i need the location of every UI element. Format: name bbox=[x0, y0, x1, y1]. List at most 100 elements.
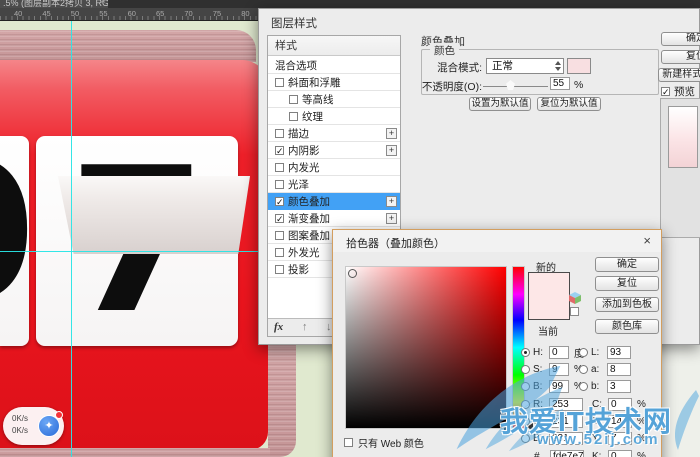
style-checkbox[interactable] bbox=[275, 248, 284, 257]
fx-menu-button[interactable]: fx bbox=[274, 321, 283, 333]
expand-button[interactable]: + bbox=[386, 145, 397, 156]
web-safe-cube-icon[interactable] bbox=[569, 292, 581, 304]
style-item[interactable]: 等高线 bbox=[268, 91, 400, 108]
blend-mode-label: 混合模式: bbox=[424, 60, 482, 75]
style-checkbox[interactable] bbox=[275, 78, 284, 87]
style-checkbox[interactable] bbox=[275, 129, 284, 138]
style-checkbox[interactable]: ✓ bbox=[275, 197, 284, 206]
color-field-input[interactable]: 231 bbox=[549, 415, 583, 428]
blend-mode-value: 正常 bbox=[492, 60, 513, 72]
add-to-swatches-button[interactable]: 添加到色板 bbox=[595, 297, 659, 312]
color-field-input[interactable]: 0 bbox=[549, 346, 569, 359]
style-checkbox[interactable] bbox=[289, 95, 298, 104]
cp-reset-button[interactable]: 复位 bbox=[595, 276, 659, 291]
style-item[interactable]: 描边+ bbox=[268, 125, 400, 142]
color-field-input[interactable]: 0 bbox=[608, 398, 632, 411]
reset-button[interactable]: 复位 bbox=[661, 50, 700, 64]
color-field-row: R:253 bbox=[521, 397, 583, 411]
style-item-label: 内发光 bbox=[288, 160, 320, 175]
color-picker-titlebar[interactable]: 拾色器（叠加颜色） × bbox=[333, 230, 661, 252]
expand-button[interactable]: + bbox=[386, 128, 397, 139]
blend-mode-select[interactable]: 正常 bbox=[486, 58, 564, 74]
color-field-input[interactable]: 3 bbox=[607, 380, 631, 393]
icon-right-wood-frame bbox=[268, 345, 296, 457]
current-color-swatch bbox=[529, 296, 569, 319]
color-field-input[interactable]: 7 bbox=[608, 432, 632, 445]
hue-slider-arrow-left[interactable] bbox=[504, 423, 510, 431]
opacity-slider-track[interactable] bbox=[483, 86, 548, 87]
color-field-radio[interactable] bbox=[579, 382, 588, 391]
color-field-input[interactable]: 99 bbox=[549, 380, 569, 393]
overlay-color-swatch[interactable] bbox=[567, 58, 591, 74]
color-field-row: B:99% bbox=[521, 379, 583, 393]
style-item[interactable]: 混合选项 bbox=[268, 57, 400, 74]
ok-button[interactable]: 确定 bbox=[661, 32, 700, 46]
color-field-radio[interactable] bbox=[521, 434, 530, 443]
color-field-radio[interactable] bbox=[579, 365, 588, 374]
style-checkbox[interactable] bbox=[275, 265, 284, 274]
move-down-icon[interactable]: ↓ bbox=[326, 321, 332, 333]
color-field-input[interactable]: 8 bbox=[607, 363, 631, 376]
saturation-brightness-field[interactable] bbox=[345, 266, 507, 429]
color-field-label: G: bbox=[533, 416, 546, 427]
style-item[interactable]: ✓ 内阴影 + bbox=[268, 142, 400, 159]
opacity-label: 不透明度(O): bbox=[416, 79, 482, 94]
expand-button[interactable]: + bbox=[386, 213, 397, 224]
color-field-label: K: bbox=[592, 451, 605, 457]
preview-checkbox[interactable]: ✓ bbox=[661, 87, 670, 96]
style-checkbox[interactable] bbox=[275, 180, 284, 189]
style-checkbox[interactable] bbox=[275, 163, 284, 172]
style-item[interactable]: 纹理 bbox=[268, 108, 400, 125]
color-field-radio[interactable] bbox=[521, 348, 530, 357]
color-field-marker[interactable] bbox=[348, 269, 357, 278]
opacity-input[interactable]: 55 bbox=[550, 77, 570, 90]
color-libraries-button[interactable]: 颜色库 bbox=[595, 319, 659, 334]
web-only-checkbox[interactable] bbox=[344, 438, 353, 447]
color-field-input[interactable]: 0 bbox=[608, 450, 632, 457]
icon-bottom-wood-frame bbox=[0, 448, 270, 457]
opacity-unit: % bbox=[574, 79, 583, 91]
preview-row: ✓ 预览 bbox=[661, 84, 695, 99]
color-field-row: H:0度 bbox=[521, 345, 584, 359]
close-icon[interactable]: × bbox=[643, 233, 651, 248]
color-field-input[interactable]: 9 bbox=[549, 363, 569, 376]
color-field-radio[interactable] bbox=[521, 400, 530, 409]
style-checkbox[interactable]: ✓ bbox=[275, 146, 284, 155]
tab-close-icon[interactable]: × bbox=[100, 0, 106, 7]
color-field-radio[interactable] bbox=[521, 365, 530, 374]
style-item[interactable]: ✓渐变叠加+ bbox=[268, 210, 400, 227]
notification-dot bbox=[55, 411, 63, 419]
new-style-button[interactable]: 新建样式(W)... bbox=[658, 68, 700, 82]
style-item[interactable]: 光泽 bbox=[268, 176, 400, 193]
web-safe-swatch[interactable] bbox=[570, 307, 579, 316]
color-field-label: L: bbox=[591, 347, 604, 358]
vertical-guide bbox=[71, 14, 72, 457]
opacity-slider-thumb[interactable] bbox=[506, 80, 515, 90]
document-tab[interactable]: .5% (图层副本2拷贝 3, RGB/8) × bbox=[0, 0, 108, 8]
style-checkbox[interactable]: ✓ bbox=[275, 214, 284, 223]
color-field-radio[interactable] bbox=[579, 348, 588, 357]
ruler-tick-label: 55 bbox=[99, 9, 107, 18]
style-item[interactable]: ✓颜色叠加+ bbox=[268, 193, 400, 210]
expand-button[interactable]: + bbox=[386, 196, 397, 207]
color-field-input[interactable]: 253 bbox=[549, 398, 583, 411]
network-speed-overlay[interactable]: 0K/s 0K/s ✦ bbox=[3, 407, 64, 445]
color-field-input[interactable]: 231 bbox=[549, 432, 583, 445]
cp-ok-button[interactable]: 确定 bbox=[595, 257, 659, 272]
color-field-input[interactable]: 93 bbox=[607, 346, 631, 359]
reset-default-button[interactable]: 复位为默认值 bbox=[537, 97, 601, 111]
set-default-button[interactable]: 设置为默认值 bbox=[469, 97, 531, 111]
style-item[interactable]: 斜面和浮雕 bbox=[268, 74, 400, 91]
move-up-icon[interactable]: ↑ bbox=[302, 321, 308, 333]
style-checkbox[interactable] bbox=[275, 231, 284, 240]
color-field-radio[interactable] bbox=[521, 417, 530, 426]
style-item-label: 内阴影 bbox=[288, 143, 320, 158]
combo-caret-icon bbox=[555, 61, 561, 71]
color-field-radio[interactable] bbox=[521, 382, 530, 391]
color-field-input[interactable]: 14 bbox=[608, 415, 632, 428]
color-field-label: b: bbox=[591, 381, 604, 392]
style-checkbox[interactable] bbox=[289, 112, 298, 121]
style-item[interactable]: 内发光 bbox=[268, 159, 400, 176]
ruler-tick-label: 50 bbox=[71, 9, 79, 18]
color-field-row: B:231 bbox=[521, 431, 583, 445]
